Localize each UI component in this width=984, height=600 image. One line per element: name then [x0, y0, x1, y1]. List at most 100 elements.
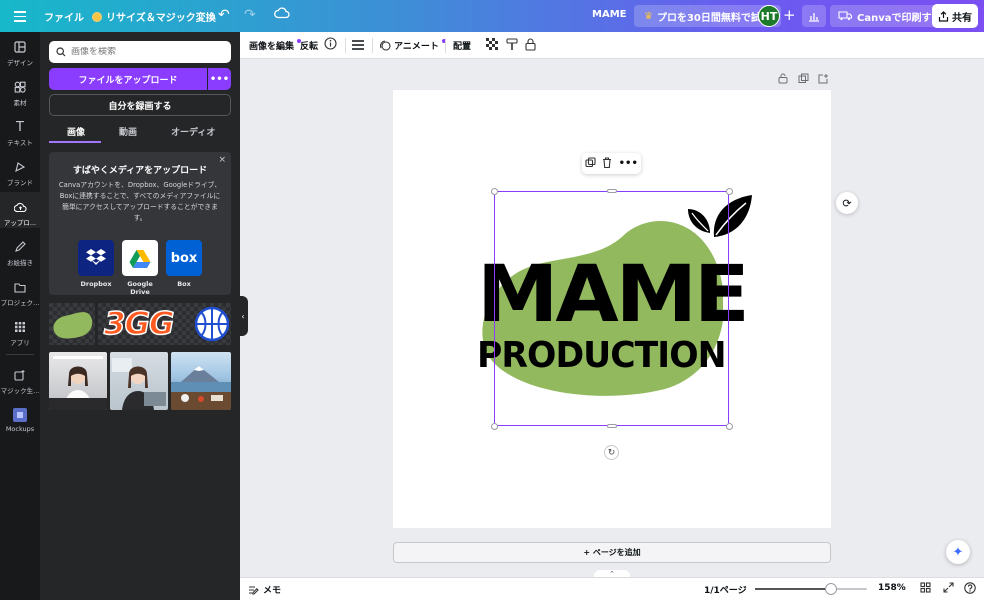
print-label: Canvaで印刷する	[857, 12, 942, 24]
flip-button[interactable]: 反転	[300, 39, 318, 52]
upload-more-button[interactable]: •••	[208, 68, 231, 90]
redo-icon[interactable]: ↷	[244, 7, 256, 23]
promo-title: すばやくメディアをアップロード	[72, 166, 208, 176]
duplicate-page-icon[interactable]	[798, 73, 809, 87]
dropbox-label: Dropbox	[80, 280, 112, 288]
rotate-icon[interactable]: ↻	[604, 445, 619, 460]
avatar[interactable]: HT	[758, 5, 780, 27]
notes-button[interactable]: メモ	[248, 583, 281, 596]
resize-handle[interactable]	[726, 423, 733, 430]
crown-icon: ♛	[644, 10, 653, 22]
magic-sparkle-icon[interactable]: ✦	[946, 540, 970, 564]
regenerate-icon[interactable]: ⟳	[836, 192, 858, 214]
rail-item-projects[interactable]: プロジェク...	[0, 280, 40, 307]
resize-handle[interactable]	[607, 189, 617, 193]
bottom-bar: メモ 1/1ページ 158%	[240, 577, 984, 600]
uploads-panel: ファイルをアップロード ••• 自分を録画する 画像 動画 オーディオ × すば…	[40, 32, 240, 600]
fullscreen-icon[interactable]	[943, 582, 954, 596]
layout-icon	[13, 40, 27, 54]
toolbar-divider	[372, 38, 373, 53]
rail-item-brand[interactable]: ブランド	[0, 160, 40, 187]
animate-label: アニメート	[394, 42, 439, 52]
rail-item-label: デザイン	[7, 59, 33, 67]
google-drive-label: Google Drive	[127, 280, 153, 296]
resize-handle[interactable]	[726, 188, 733, 195]
zoom-slider[interactable]	[755, 583, 867, 595]
record-yourself-button[interactable]: 自分を録画する	[49, 94, 231, 116]
shapes-icon	[13, 80, 27, 94]
tab-videos[interactable]: 動画	[119, 125, 137, 138]
rail-item-label: テキスト	[7, 139, 33, 147]
dropbox-button[interactable]: Dropbox	[76, 240, 116, 288]
tab-audio[interactable]: オーディオ	[171, 125, 215, 138]
more-options-icon[interactable]: •••	[619, 158, 638, 169]
lock-icon[interactable]	[525, 38, 536, 51]
rail-item-elements[interactable]: 素材	[0, 80, 40, 107]
resize-button[interactable]: リサイズ＆マジック変換	[92, 9, 216, 24]
box-button[interactable]: box Box	[164, 240, 204, 288]
zoom-slider-fill	[755, 588, 832, 590]
share-button[interactable]: 共有	[932, 4, 978, 28]
animate-icon	[380, 40, 391, 51]
search-box[interactable]	[49, 41, 231, 63]
undo-icon[interactable]: ↶	[218, 7, 230, 23]
uploaded-logo-thumbnail[interactable]: 3GG	[98, 303, 231, 345]
share-icon	[938, 10, 949, 22]
brand-text: 3GG	[103, 305, 175, 343]
page-count[interactable]: 1/1ページ	[704, 583, 747, 596]
uploaded-blob-thumbnail[interactable]	[49, 303, 95, 345]
google-drive-button[interactable]: Google Drive	[120, 240, 160, 296]
border-style-icon[interactable]	[352, 40, 364, 50]
help-icon[interactable]	[964, 582, 976, 597]
left-rail: デザイン 素材 T テキスト ブランド アップロ... お絵描き プロジェク..…	[0, 32, 40, 600]
add-page-icon[interactable]	[818, 73, 829, 87]
mockups-icon	[13, 408, 27, 422]
trash-icon[interactable]	[602, 156, 612, 171]
rail-item-apps[interactable]: アプリ	[0, 320, 40, 347]
rail-item-draw[interactable]: お絵描き	[0, 240, 40, 267]
edit-image-button[interactable]: 画像を編集	[249, 38, 302, 52]
upload-cloud-icon	[13, 200, 27, 214]
analytics-icon[interactable]	[802, 5, 826, 27]
truck-icon	[838, 11, 852, 21]
cloud-save-icon[interactable]	[274, 7, 290, 19]
document-title[interactable]: MAME	[592, 9, 626, 20]
resize-handle[interactable]	[491, 423, 498, 430]
transparency-icon[interactable]	[486, 38, 498, 50]
page-lock-icon[interactable]	[778, 73, 788, 87]
uploaded-photo-thumbnail[interactable]	[49, 352, 107, 410]
collapse-panel-button[interactable]: ‹	[238, 296, 248, 336]
info-icon[interactable]	[324, 37, 337, 50]
rail-item-uploads[interactable]: アップロ...	[0, 192, 40, 228]
copy-style-icon[interactable]	[506, 38, 518, 51]
resize-handle[interactable]	[607, 424, 617, 428]
rail-divider	[6, 354, 34, 355]
duplicate-icon[interactable]	[585, 156, 596, 171]
animate-button[interactable]: アニメート	[380, 38, 446, 52]
rail-item-label: お絵描き	[7, 259, 33, 267]
zoom-level[interactable]: 158%	[878, 583, 906, 593]
upload-files-button[interactable]: ファイルをアップロード	[49, 68, 207, 90]
search-input[interactable]	[71, 47, 221, 57]
draw-icon	[13, 240, 27, 254]
file-menu[interactable]: ファイル	[44, 9, 84, 24]
resize-handle[interactable]	[491, 188, 498, 195]
edit-image-label: 画像を編集	[249, 42, 295, 52]
tab-images[interactable]: 画像	[67, 125, 85, 138]
top-bar: ファイル リサイズ＆マジック変換 ↶ ↷ MAME ♛ プロを30日間無料で試す…	[0, 0, 984, 32]
selection-box[interactable]	[494, 191, 729, 426]
rail-item-design[interactable]: デザイン	[0, 40, 40, 67]
position-button[interactable]: 配置	[453, 39, 471, 52]
zoom-slider-handle[interactable]	[825, 583, 838, 595]
menu-icon[interactable]	[14, 8, 26, 24]
uploaded-photo-thumbnail[interactable]	[171, 352, 231, 410]
grid-view-icon[interactable]	[920, 582, 931, 596]
rail-item-mockups[interactable]: Mockups	[0, 408, 40, 433]
rail-item-text[interactable]: T テキスト	[0, 120, 40, 148]
invite-plus-icon[interactable]: +	[783, 6, 796, 24]
basketball-icon	[194, 306, 230, 342]
magic-media-icon	[13, 368, 27, 382]
uploaded-photo-thumbnail[interactable]	[110, 352, 168, 410]
add-page-button[interactable]: + ページを追加	[393, 542, 831, 563]
rail-item-magic-media[interactable]: マジック生...	[0, 368, 40, 395]
